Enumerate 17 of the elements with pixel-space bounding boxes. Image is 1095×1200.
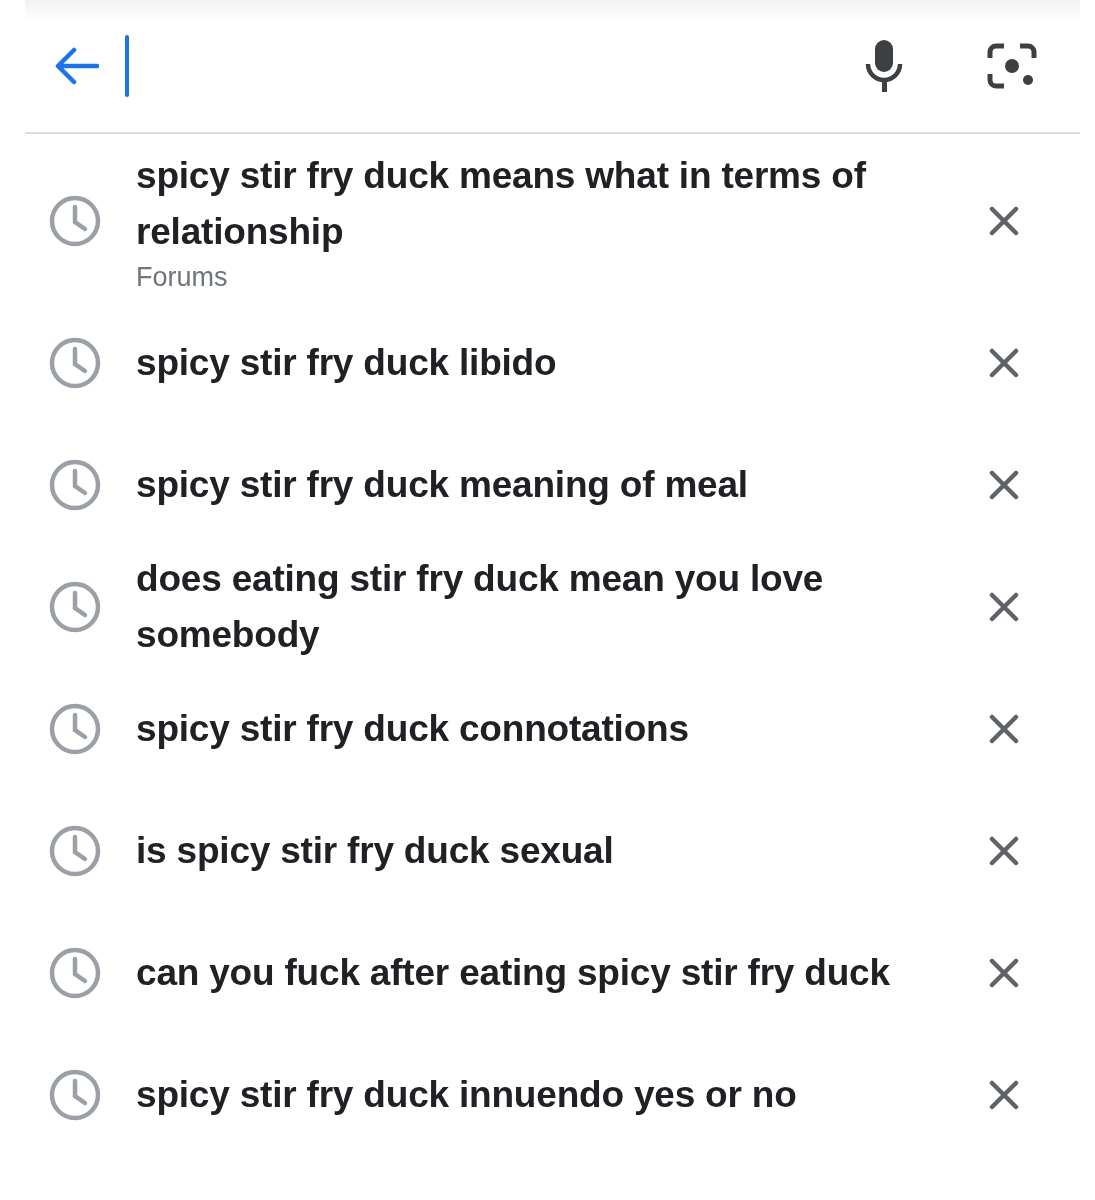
suggestion-text[interactable]: is spicy stir fry duck sexual: [136, 823, 966, 879]
suggestion-text[interactable]: spicy stir fry duck meaning of meal: [136, 457, 966, 513]
history-icon: [48, 458, 102, 512]
suggestion-text[interactable]: spicy stir fry duck connotations: [136, 701, 966, 757]
history-icon: [48, 702, 102, 756]
suggestion-text[interactable]: does eating stir fry duck mean you love somebody: [136, 551, 966, 663]
history-icon: [48, 194, 102, 248]
suggestion-text[interactable]: spicy stir fry duck libido: [136, 335, 966, 391]
suggestion-text[interactable]: spicy stir fry duck innuendo yes or no: [136, 1067, 966, 1123]
suggestion-text[interactable]: can you fuck after eating spicy stir fry duck: [136, 945, 966, 1001]
history-icon: [48, 824, 102, 878]
suggestion-source: Forums: [136, 261, 229, 294]
history-icon: [48, 580, 102, 634]
history-icon: [48, 336, 102, 390]
history-icon: [48, 946, 102, 1000]
history-icon: [48, 1068, 102, 1122]
suggestion-text[interactable]: spicy stir fry duck means what in terms of relationship: [136, 148, 966, 260]
